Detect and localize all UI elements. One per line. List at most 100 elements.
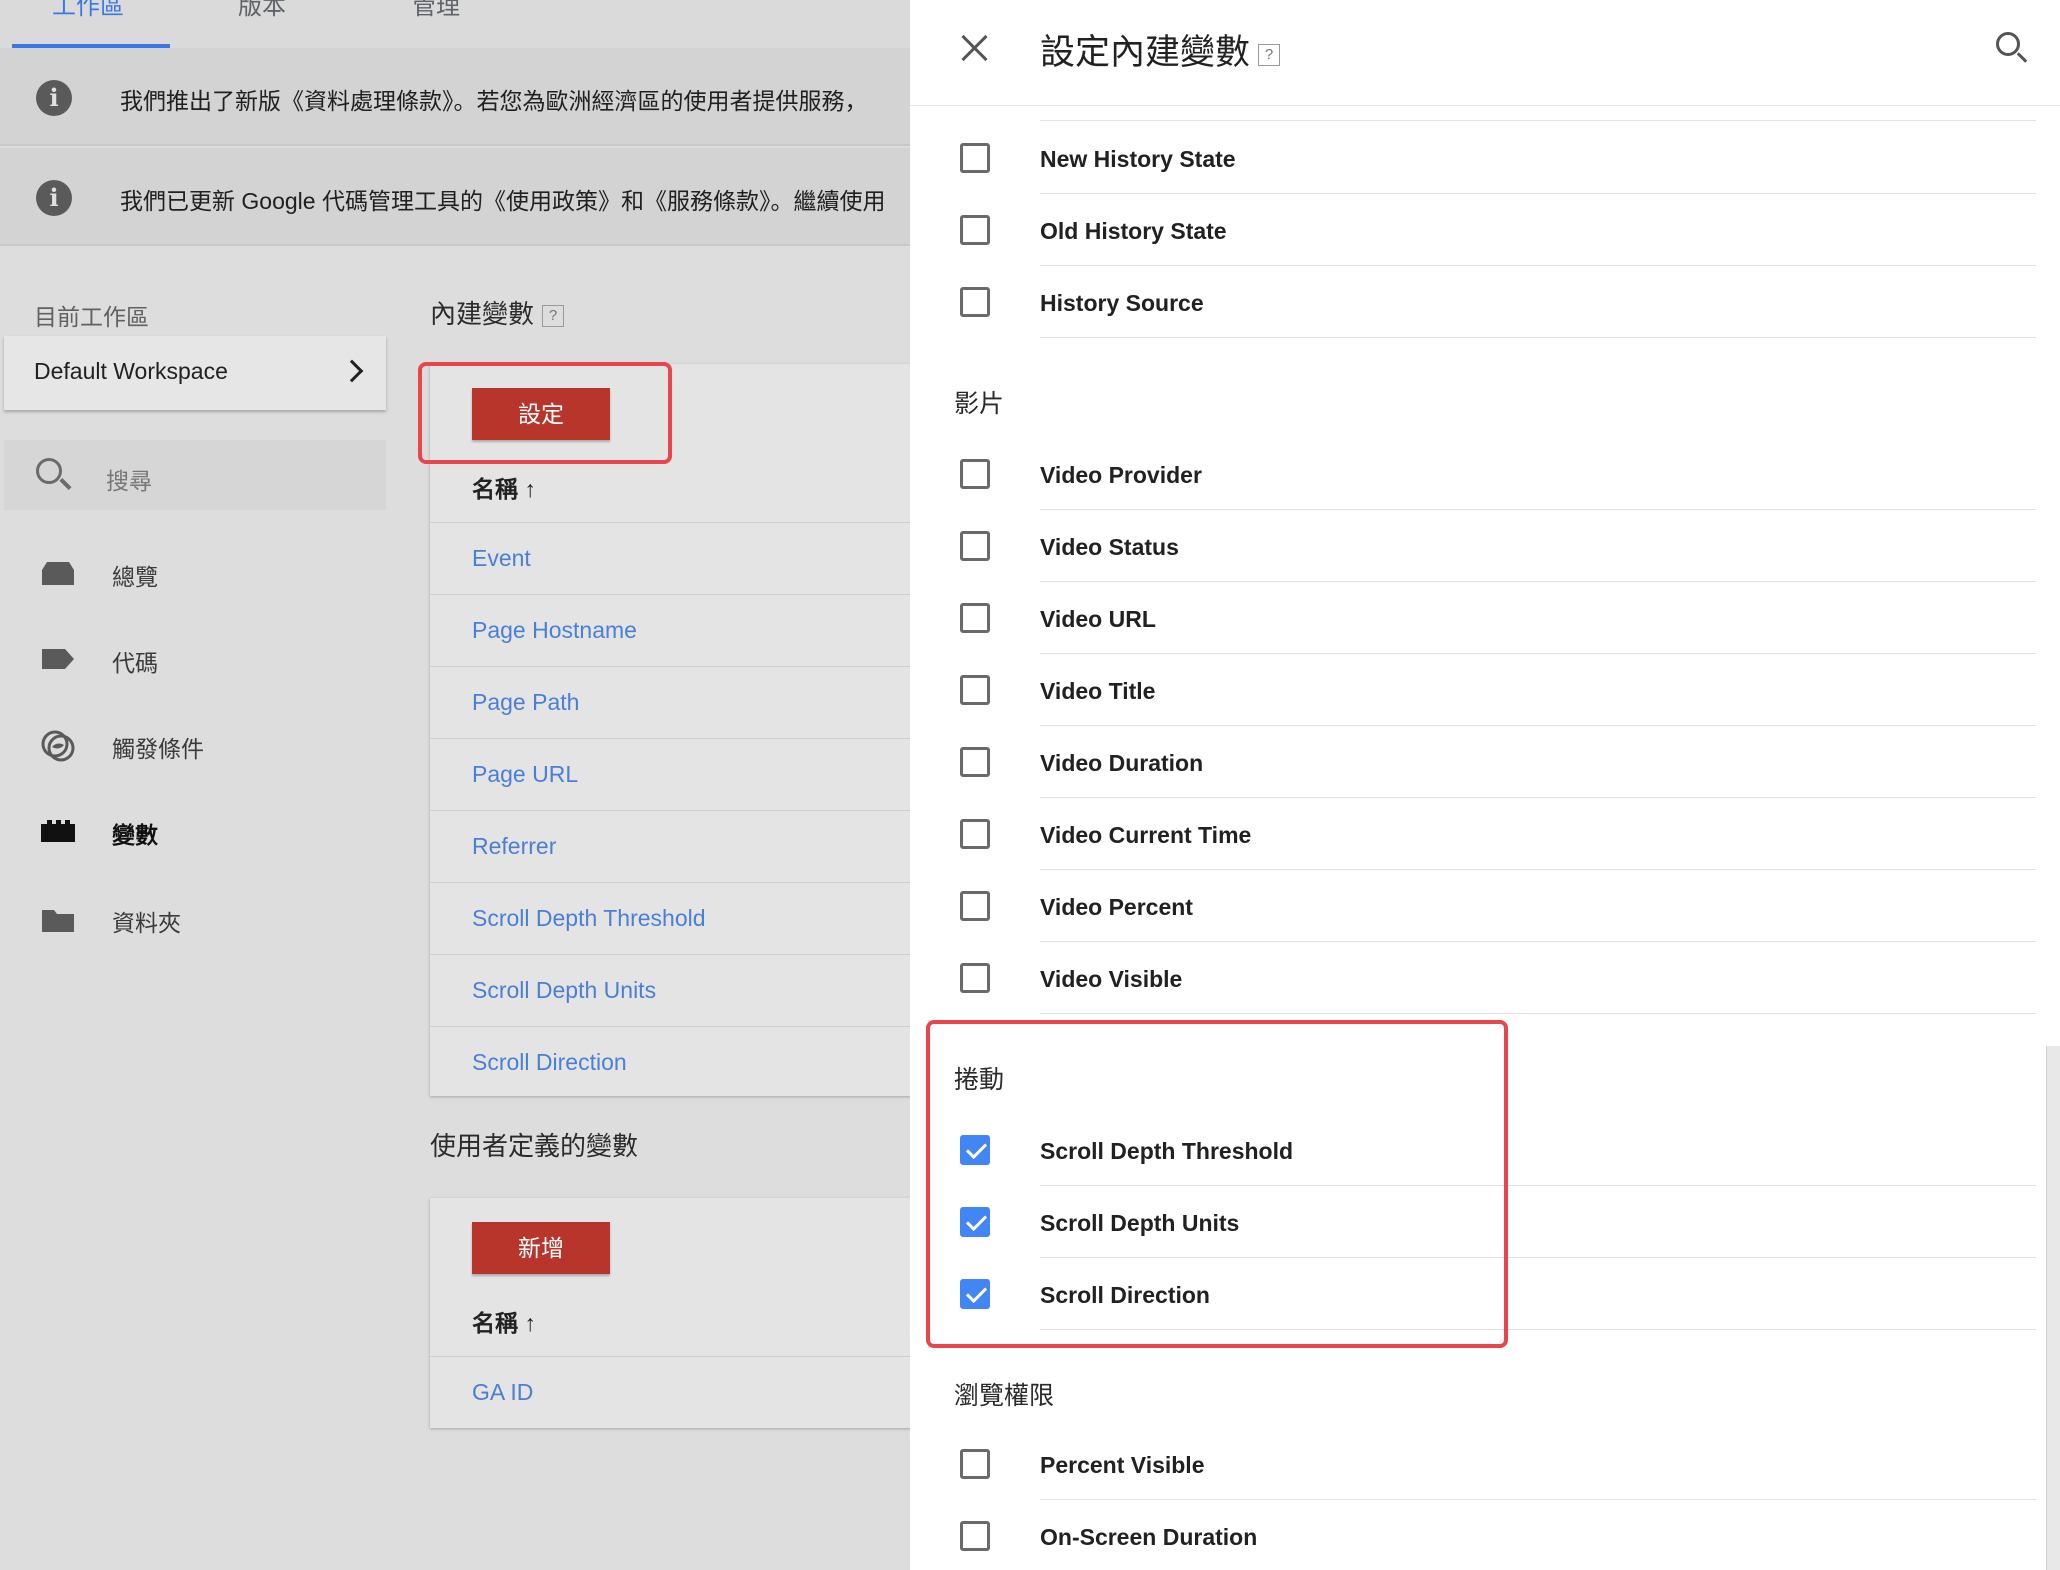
tab-versions[interactable]: 版本 — [238, 0, 286, 21]
builtin-variables-heading: 內建變數? — [430, 294, 565, 331]
variable-link[interactable]: Referrer — [472, 833, 556, 860]
option-label: Video Provider — [1040, 462, 1202, 488]
option-video-title[interactable]: Video Title — [910, 654, 2060, 726]
info-icon: i — [36, 80, 72, 116]
highlight-configure-button — [418, 362, 672, 464]
variable-link[interactable]: Scroll Depth Units — [472, 977, 656, 1004]
help-icon[interactable]: ? — [1258, 43, 1281, 66]
name-column-header[interactable]: 名稱 ↑ — [472, 1304, 536, 1338]
workspace-name: Default Workspace — [34, 358, 228, 384]
search-icon — [36, 458, 62, 484]
close-icon[interactable] — [960, 32, 990, 62]
chevron-right-icon — [340, 359, 364, 383]
overview-icon — [42, 562, 74, 585]
checkbox[interactable] — [960, 891, 990, 921]
sidebar-item-label: 總覽 — [112, 564, 158, 590]
variable-icon — [41, 820, 75, 842]
workspace-selector[interactable]: Default Workspace — [4, 336, 386, 410]
user-defined-variables-heading: 使用者定義的變數 — [430, 1131, 639, 1161]
sidebar-item-label: 變數 — [112, 822, 158, 848]
option-video-duration[interactable]: Video Duration — [910, 726, 2060, 798]
checkbox[interactable] — [960, 819, 990, 849]
top-tab-bar: 工作區 版本 管理 — [0, 0, 1000, 48]
checkbox[interactable] — [960, 1449, 990, 1479]
checkbox[interactable] — [960, 963, 990, 993]
notice-policy-update: i 我們已更新 Google 代碼管理工具的《使用政策》和《服務條款》。繼續使用 — [0, 148, 1000, 246]
notice-data-terms: i 我們推出了新版《資料處理條款》。若您為歐洲經濟區的使用者提供服務， — [0, 48, 1000, 146]
option-label: Video Percent — [1040, 894, 1193, 920]
option-old-history-state[interactable]: Old History State — [910, 194, 2060, 266]
checkbox[interactable] — [960, 531, 990, 561]
divider — [1040, 1013, 2036, 1014]
option-label: Percent Visible — [1040, 1452, 1205, 1478]
sidebar-item-label: 資料夾 — [112, 910, 181, 936]
option-label: Video Current Time — [1040, 822, 1252, 848]
option-percent-visible[interactable]: Percent Visible — [910, 1428, 2060, 1500]
notice-text: 我們推出了新版《資料處理條款》。若您為歐洲經濟區的使用者提供服務， — [120, 88, 868, 114]
checkbox[interactable] — [960, 143, 990, 173]
folder-icon — [42, 910, 74, 932]
divider — [1040, 337, 2036, 338]
checkbox[interactable] — [960, 459, 990, 489]
highlight-scroll-group — [926, 1020, 1508, 1348]
sidebar-item-variables[interactable]: 變數 — [0, 800, 390, 860]
tab-workspace[interactable]: 工作區 — [52, 0, 124, 21]
option-label: Old History State — [1040, 218, 1227, 244]
panel-scrollbar[interactable] — [2046, 1046, 2060, 1570]
option-new-history-state[interactable]: New History State — [910, 122, 2060, 194]
option-video-provider[interactable]: Video Provider — [910, 438, 2060, 510]
new-variable-button[interactable]: 新增 — [472, 1222, 610, 1274]
help-icon[interactable]: ? — [542, 305, 565, 328]
sidebar-item-folders[interactable]: 資料夾 — [0, 888, 390, 948]
info-icon: i — [36, 180, 72, 216]
divider — [1040, 120, 2036, 121]
trigger-icon — [41, 730, 75, 762]
current-workspace-label: 目前工作區 — [34, 304, 149, 330]
option-video-percent[interactable]: Video Percent — [910, 870, 2060, 942]
checkbox[interactable] — [960, 1521, 990, 1551]
option-video-current-time[interactable]: Video Current Time — [910, 798, 2060, 870]
option-label: New History State — [1040, 146, 1236, 172]
option-video-url[interactable]: Video URL — [910, 582, 2060, 654]
option-label: Video Duration — [1040, 750, 1204, 776]
option-label: Video Status — [1040, 534, 1179, 560]
sidebar-item-tags[interactable]: 代碼 — [0, 628, 390, 688]
name-column-header[interactable]: 名稱 ↑ — [472, 470, 536, 504]
checkbox[interactable] — [960, 603, 990, 633]
builtin-variables-panel: 設定內建變數? New History State Old History St… — [910, 0, 2060, 1570]
checkbox[interactable] — [960, 287, 990, 317]
variable-link[interactable]: Page Path — [472, 689, 579, 716]
checkbox[interactable] — [960, 215, 990, 245]
option-label: Video URL — [1040, 606, 1156, 632]
variable-link[interactable]: Page Hostname — [472, 617, 637, 644]
option-label: On-Screen Duration — [1040, 1524, 1258, 1550]
panel-header: 設定內建變數? — [910, 0, 2060, 106]
group-title-video: 影片 — [954, 390, 1005, 418]
tag-icon — [42, 649, 74, 669]
option-on-screen-duration[interactable]: On-Screen Duration — [910, 1500, 2060, 1570]
sidebar-search[interactable]: 搜尋 — [4, 440, 386, 510]
notice-text: 我們已更新 Google 代碼管理工具的《使用政策》和《服務條款》。繼續使用 — [120, 188, 886, 214]
option-label: Video Visible — [1040, 966, 1183, 992]
checkbox[interactable] — [960, 747, 990, 777]
option-label: History Source — [1040, 290, 1204, 316]
sidebar-item-label: 代碼 — [112, 650, 158, 676]
search-icon[interactable] — [1996, 32, 2020, 56]
group-title-visibility: 瀏覽權限 — [954, 1382, 1055, 1410]
variable-link[interactable]: Event — [472, 545, 531, 572]
option-history-source[interactable]: History Source — [910, 266, 2060, 338]
sidebar-item-label: 觸發條件 — [112, 736, 204, 762]
tab-admin[interactable]: 管理 — [412, 0, 460, 21]
variable-link[interactable]: Page URL — [472, 761, 578, 788]
option-label: Video Title — [1040, 678, 1156, 704]
option-video-visible[interactable]: Video Visible — [910, 942, 2060, 1014]
panel-title: 設定內建變數? — [1040, 24, 1281, 75]
variable-link[interactable]: Scroll Depth Threshold — [472, 905, 706, 932]
variable-link[interactable]: Scroll Direction — [472, 1049, 627, 1076]
option-video-status[interactable]: Video Status — [910, 510, 2060, 582]
builtin-variables-title: 內建變數 — [430, 299, 535, 329]
checkbox[interactable] — [960, 675, 990, 705]
sidebar-item-triggers[interactable]: 觸發條件 — [0, 714, 390, 774]
variable-link[interactable]: GA ID — [472, 1379, 533, 1406]
sidebar-item-overview[interactable]: 總覽 — [0, 542, 390, 602]
